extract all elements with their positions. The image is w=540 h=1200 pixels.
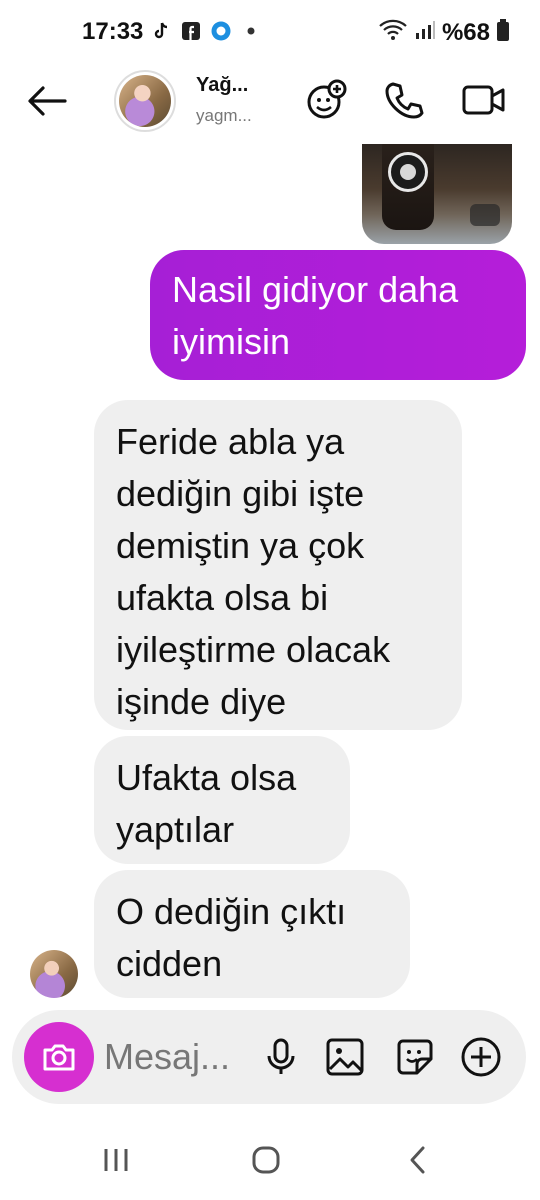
received-message-bubble[interactable]: O dediğin çıktı cidden <box>94 870 410 998</box>
more-options-button[interactable] <box>456 1032 506 1082</box>
home-icon <box>252 1146 280 1174</box>
message-list[interactable]: Nasil gidiyor daha iyimisin Feride abla … <box>0 140 540 1010</box>
plus-circle-icon <box>461 1037 501 1077</box>
sent-photo-message[interactable] <box>362 144 512 244</box>
microphone-icon <box>267 1038 295 1074</box>
back-button[interactable] <box>24 78 70 124</box>
add-person-button[interactable] <box>302 76 350 124</box>
add-person-icon <box>307 79 347 119</box>
video-call-button[interactable] <box>460 76 508 124</box>
message-input[interactable]: Mesaj... <box>104 1036 230 1078</box>
wifi-icon <box>378 18 408 47</box>
battery-icon <box>496 18 510 47</box>
video-icon <box>462 85 505 115</box>
phone-icon <box>385 82 424 119</box>
status-bar: 17:33 %68 <box>0 0 540 64</box>
battery-percent: %68 <box>441 18 490 46</box>
received-message-bubble[interactable]: Ufakta olsa yaptılar <box>94 736 350 864</box>
pinned-app-icon <box>210 20 232 42</box>
signal-icon <box>414 19 436 46</box>
contact-username[interactable]: yagm... <box>196 106 252 126</box>
recent-apps-button[interactable] <box>86 1138 146 1182</box>
sticker-icon <box>397 1039 433 1075</box>
received-message-bubble[interactable]: Feride abla ya dediğin gibi işte demişti… <box>94 400 462 730</box>
chevron-left-icon <box>410 1146 425 1174</box>
sender-avatar[interactable] <box>30 950 78 998</box>
coffee-logo-icon <box>388 152 428 192</box>
dot-icon <box>240 20 262 42</box>
camera-button[interactable] <box>24 1022 94 1092</box>
back-arrow-icon <box>28 86 67 116</box>
call-button[interactable] <box>380 76 428 124</box>
back-nav-button[interactable] <box>388 1138 448 1182</box>
image-icon <box>326 1038 364 1076</box>
tiktok-icon <box>150 20 172 42</box>
status-notification-icons <box>150 20 262 42</box>
contact-avatar[interactable] <box>114 70 176 132</box>
chat-header: Yağ... yagm... <box>0 64 540 138</box>
system-navigation-bar <box>0 1120 540 1200</box>
sticker-button[interactable] <box>390 1032 440 1082</box>
camera-icon <box>43 1044 75 1071</box>
sent-message-bubble[interactable]: Nasil gidiyor daha iyimisin <box>150 250 526 380</box>
message-composer: Mesaj... <box>12 1010 526 1104</box>
facebook-icon <box>180 20 202 42</box>
gallery-button[interactable] <box>320 1032 370 1082</box>
voice-message-button[interactable] <box>256 1032 306 1082</box>
recent-apps-icon <box>104 1149 128 1171</box>
status-time: 17:33 <box>82 18 144 45</box>
contact-name[interactable]: Yağ... <box>196 74 248 97</box>
status-system-icons: %68 <box>378 18 510 47</box>
home-button[interactable] <box>236 1138 296 1182</box>
